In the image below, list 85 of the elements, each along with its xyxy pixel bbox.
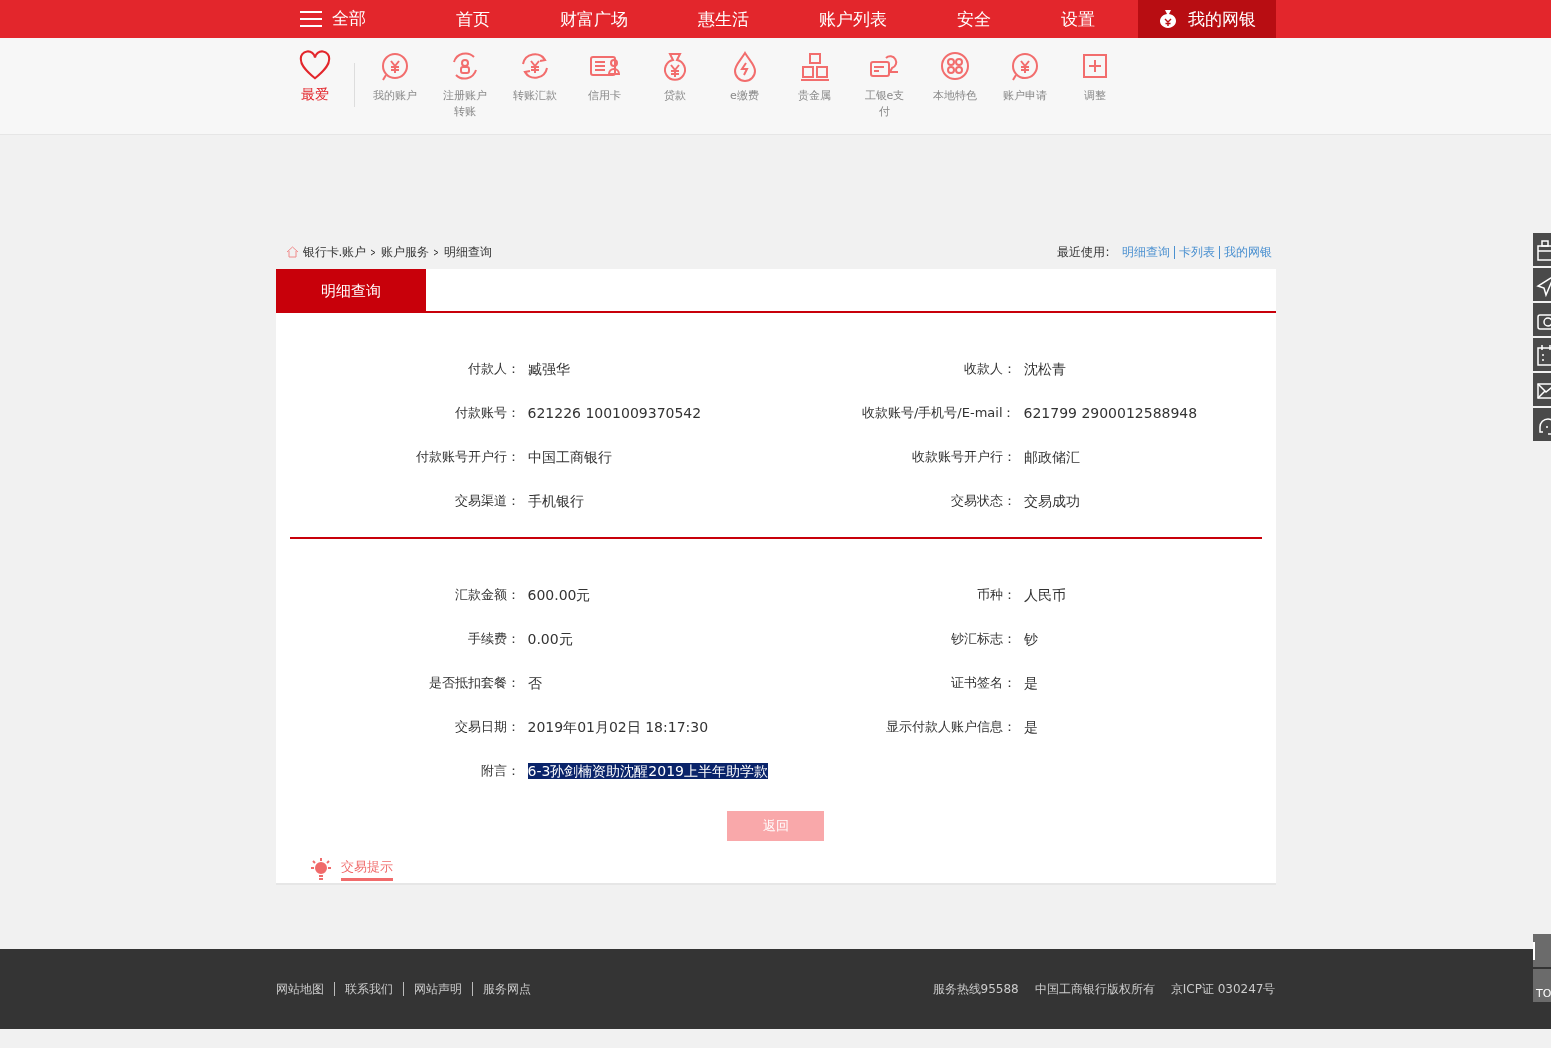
nav-tab[interactable]: 财富广场 xyxy=(553,0,634,38)
shortcut-item[interactable]: e缴费 xyxy=(709,38,780,120)
field-value: 手机银行 xyxy=(526,492,585,511)
shortcut-item[interactable]: 贷款 xyxy=(639,38,710,120)
recent-label: 最近使用: xyxy=(1057,244,1110,261)
recent-link[interactable]: 我的网银 xyxy=(1218,245,1272,259)
back-to-top-button[interactable]: TO xyxy=(1533,969,1551,1002)
side-tool-button[interactable] xyxy=(1533,303,1551,336)
shortcut-item[interactable]: 调整 xyxy=(1059,38,1130,120)
shortcut-item[interactable]: 贵金属 xyxy=(779,38,850,120)
menu-button[interactable]: 全部 xyxy=(299,6,450,32)
selected-text: 6-3孙剑楠资助沈醒2019上半年助学款 xyxy=(527,763,768,779)
shortcut-item[interactable]: 信用卡 xyxy=(569,38,640,120)
side-tool-button[interactable] xyxy=(1533,338,1551,371)
field-label: 汇款金额： xyxy=(453,586,520,604)
field-label: 是否抵扣套餐： xyxy=(427,674,520,692)
side-tool-button[interactable] xyxy=(1533,934,1551,967)
field-label: 附言： xyxy=(479,762,520,780)
field-label: 付款账号： xyxy=(453,404,520,422)
field-value: 沈松青 xyxy=(1022,360,1067,379)
field-label: 收款账号开户行： xyxy=(910,448,1016,466)
home-icon xyxy=(285,246,299,258)
nav-tab[interactable]: 我的网银 xyxy=(1137,0,1276,38)
field-value: 600.00元 xyxy=(526,586,592,605)
field-label: 收款人： xyxy=(962,360,1016,378)
lightbulb-icon xyxy=(308,857,333,881)
footer-link[interactable]: 网站声明 xyxy=(402,982,472,996)
field-value: 中国工商银行 xyxy=(526,448,613,467)
nav-tab[interactable]: 设置 xyxy=(1054,0,1101,38)
field-label: 收款账号/手机号/E-mail： xyxy=(860,404,1016,422)
field-label: 交易渠道： xyxy=(453,492,520,510)
footer-link[interactable]: 联系我们 xyxy=(333,982,403,996)
breadcrumb-link[interactable]: 银行卡.账户 xyxy=(302,243,367,261)
field-value: 是 xyxy=(1022,674,1039,693)
tab[interactable]: 明细查询 xyxy=(275,269,426,311)
field-value: 是 xyxy=(1022,718,1039,737)
shortcut-item[interactable]: 本地特色 xyxy=(919,38,990,120)
side-tool-button[interactable] xyxy=(1533,373,1551,406)
clipboard-icon xyxy=(1536,342,1551,367)
recent-link[interactable]: 明细查询 xyxy=(1121,245,1170,259)
field-label: 证书签名： xyxy=(949,674,1016,692)
nav-tab[interactable]: 账户列表 xyxy=(812,0,893,38)
field-value: 人民币 xyxy=(1022,586,1067,605)
shortcut-item[interactable]: 账户申请 xyxy=(989,38,1060,120)
field-label: 手续费： xyxy=(466,630,520,648)
footer-text: 服务热线95588 xyxy=(932,981,1019,998)
breadcrumb-link[interactable]: 明细查询 xyxy=(444,243,493,261)
menu-icon xyxy=(299,10,322,28)
field-label: 币种： xyxy=(975,586,1016,604)
footer-link[interactable]: 网站地图 xyxy=(275,982,334,996)
heart-icon xyxy=(298,50,331,82)
shortcut-item[interactable]: 工银e支付 xyxy=(849,38,920,120)
field-label: 钞汇标志： xyxy=(949,630,1016,648)
side-tool-button[interactable] xyxy=(1533,408,1551,441)
field-label: 付款账号开户行： xyxy=(414,448,520,466)
field-value: 交易成功 xyxy=(1022,492,1081,511)
field-label: 显示付款人账户信息： xyxy=(884,718,1016,736)
footer-link[interactable]: 服务网点 xyxy=(471,982,541,996)
footer-text: 中国工商银行版权所有 xyxy=(1034,981,1155,998)
shortcut-item[interactable]: 我的账户 xyxy=(359,38,430,120)
field-value: 621226 1001009370542 xyxy=(526,404,703,423)
field-value: 0.00元 xyxy=(526,630,574,649)
field-value: 否 xyxy=(526,674,543,693)
field-value: 臧强华 xyxy=(526,360,571,379)
nav-tab[interactable]: 惠生活 xyxy=(691,0,755,38)
field-label: 付款人： xyxy=(466,360,520,378)
gift-icon xyxy=(1536,237,1551,262)
shortcut-item[interactable]: 注册账户转账 xyxy=(429,38,500,120)
side-tool-button[interactable] xyxy=(1533,268,1551,301)
field-value: 2019年01月02日 18:17:30 xyxy=(526,718,710,737)
side-tool-button[interactable] xyxy=(1533,233,1551,266)
footer-text: 京ICP证 030247号 xyxy=(1170,981,1276,998)
favorites-shortcut[interactable]: 最爱 xyxy=(275,38,354,120)
field-value: 钞 xyxy=(1022,630,1039,649)
field-value: 621799 2900012588948 xyxy=(1022,404,1199,423)
tips-tab[interactable]: 交易提示 xyxy=(340,857,393,881)
shortcut-item[interactable]: 转账汇款 xyxy=(499,38,570,120)
nav-tab[interactable]: 安全 xyxy=(950,0,997,38)
breadcrumb-link[interactable]: 账户服务 xyxy=(381,243,430,261)
recent-link[interactable]: 卡列表 xyxy=(1173,245,1215,259)
money-bag-icon xyxy=(1157,8,1178,30)
field-label: 交易状态： xyxy=(949,492,1016,510)
field-label: 交易日期： xyxy=(453,718,520,736)
nav-tab[interactable]: 首页 xyxy=(449,0,496,38)
field-value: 邮政储汇 xyxy=(1022,448,1081,467)
